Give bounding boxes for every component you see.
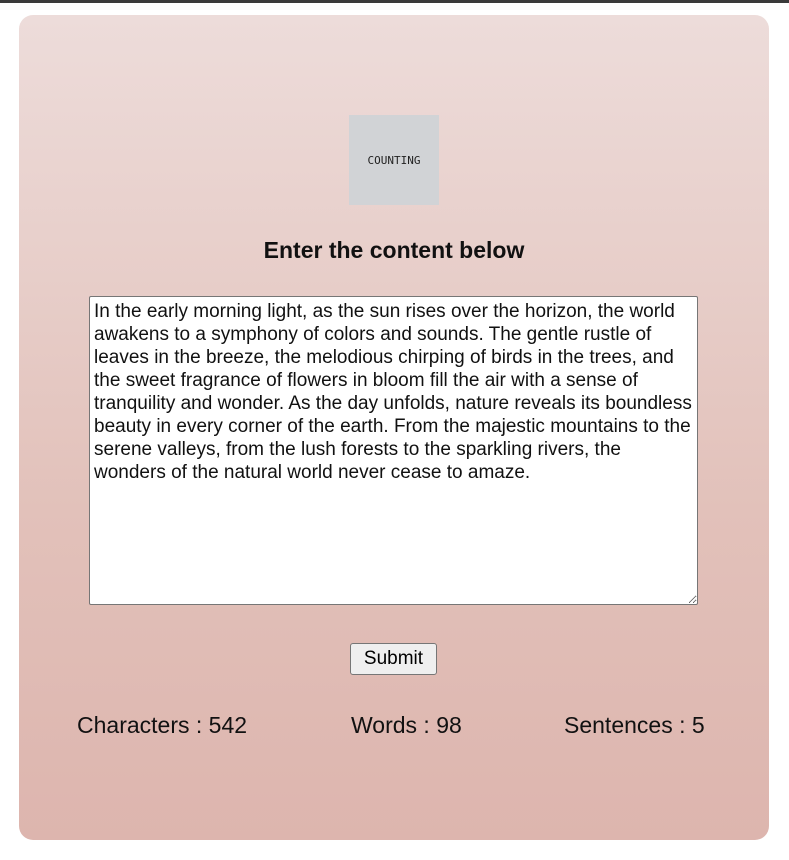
characters-count: Characters : 542 xyxy=(77,712,248,738)
content-textarea[interactable]: In the early morning light, as the sun r… xyxy=(89,296,698,605)
sentences-count: Sentences : 5 xyxy=(564,712,705,738)
counter-card: COUNTING Enter the content below In the … xyxy=(19,15,769,840)
counting-logo: COUNTING xyxy=(349,115,439,205)
top-border xyxy=(0,0,789,3)
submit-button[interactable]: Submit xyxy=(350,643,437,675)
logo-text: COUNTING xyxy=(367,153,421,167)
page-heading: Enter the content below xyxy=(263,237,525,263)
words-count: Words : 98 xyxy=(351,712,462,738)
